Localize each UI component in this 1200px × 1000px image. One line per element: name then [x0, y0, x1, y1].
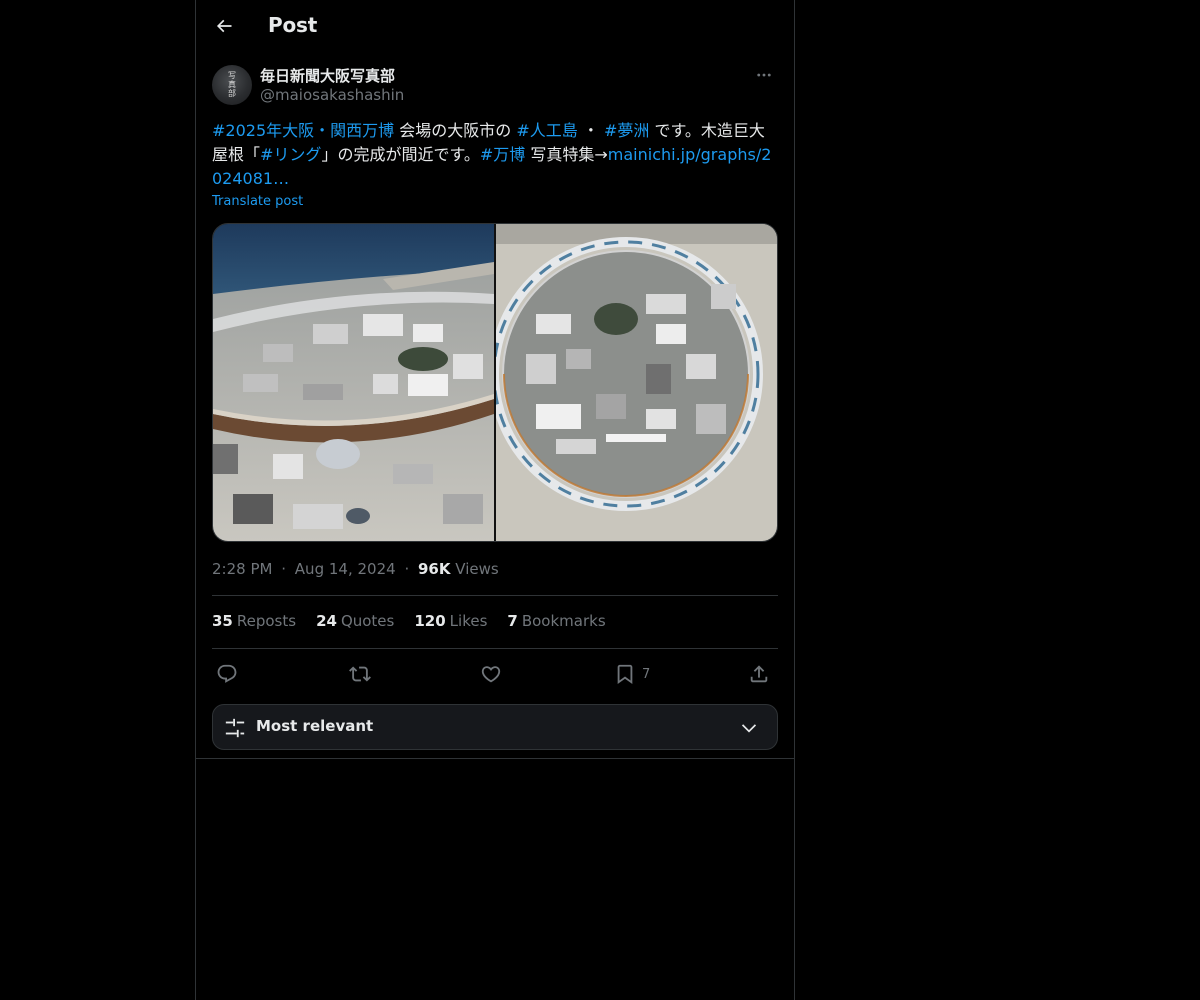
hashtag-link[interactable]: #万博 [480, 145, 525, 164]
views-label: Views [455, 560, 499, 578]
reposts-label: Reposts [236, 612, 297, 630]
photo-expo-site-oblique[interactable] [213, 224, 494, 541]
share-button[interactable] [748, 658, 770, 690]
sort-label: Most relevant [256, 717, 374, 735]
avatar-seal: 写真部 [228, 71, 236, 98]
avatar[interactable]: 写真部 [212, 65, 252, 105]
post-text-segment: 」の完成が間近です。 [321, 145, 480, 164]
more-options-button[interactable] [750, 64, 778, 86]
sliders-icon [225, 718, 245, 738]
quotes-count: 24 [316, 612, 337, 630]
reposts-count: 35 [212, 612, 233, 630]
reply-icon [217, 664, 237, 683]
post-column: Post 写真部 毎日新聞大阪写真部 @maiosakashashin #202… [195, 0, 795, 1000]
post-text: #2025年大阪・関西万博 会場の大阪市の #人工島 ・ #夢洲 です。木造巨大… [212, 119, 778, 191]
post-text-segment: 写真特集→ [525, 145, 608, 164]
meta-separator: · [281, 560, 287, 578]
likes-stat[interactable]: 120 Likes [414, 612, 487, 630]
likes-label: Likes [449, 612, 488, 630]
author-display-name[interactable]: 毎日新聞大阪写真部 [260, 65, 395, 86]
bookmarks-count: 7 [507, 612, 518, 630]
post-actions: 7 [212, 658, 778, 690]
repost-icon [349, 666, 371, 682]
post-stats: 35 Reposts 24 Quotes 120 Likes 7 Bookmarks [212, 612, 606, 630]
post-meta: 2:28 PM · Aug 14, 2024 · 96K Views [212, 560, 499, 578]
back-button[interactable] [206, 8, 242, 44]
hashtag-link[interactable]: #人工島 [516, 121, 577, 140]
post-time[interactable]: 2:28 PM [212, 560, 272, 578]
photo-expo-ring-aerial[interactable] [496, 224, 777, 541]
hashtag-link[interactable]: #夢洲 [604, 121, 649, 140]
page-title: Post [268, 13, 318, 37]
replies-sort-dropdown[interactable]: Most relevant [212, 704, 778, 750]
bookmark-action-count: 7 [642, 666, 651, 682]
heart-icon [481, 666, 501, 683]
post-author: 写真部 毎日新聞大阪写真部 @maiosakashashin [212, 64, 778, 108]
divider [212, 648, 778, 649]
post-date[interactable]: Aug 14, 2024 [295, 560, 396, 578]
likes-count: 120 [414, 612, 446, 630]
reply-button[interactable] [216, 658, 238, 690]
share-icon [750, 665, 768, 683]
views-count: 96K [418, 560, 451, 578]
more-horizontal-icon [757, 73, 771, 77]
divider [196, 758, 794, 759]
post-media [212, 223, 778, 542]
hashtag-link[interactable]: #2025年大阪・関西万博 [212, 121, 394, 140]
post-text-segment: ・ [577, 121, 604, 140]
reposts-stat[interactable]: 35 Reposts [212, 612, 296, 630]
like-button[interactable] [480, 658, 502, 690]
bookmarks-stat[interactable]: 7 Bookmarks [507, 612, 605, 630]
hashtag-link[interactable]: #リング [260, 145, 321, 164]
bookmark-button[interactable]: 7 [614, 658, 650, 690]
bookmark-icon [617, 664, 633, 685]
divider [212, 595, 778, 596]
post-header: Post [196, 0, 794, 54]
chevron-down-icon [741, 724, 757, 733]
repost-button[interactable] [349, 658, 371, 690]
author-handle[interactable]: @maiosakashashin [260, 86, 404, 104]
quotes-stat[interactable]: 24 Quotes [316, 612, 394, 630]
quotes-label: Quotes [340, 612, 395, 630]
post-text-segment: 会場の大阪市の [394, 121, 517, 140]
arrow-left-icon [216, 19, 232, 33]
meta-separator: · [404, 560, 410, 578]
bookmarks-label: Bookmarks [521, 612, 606, 630]
translate-post-link[interactable]: Translate post [212, 194, 303, 209]
